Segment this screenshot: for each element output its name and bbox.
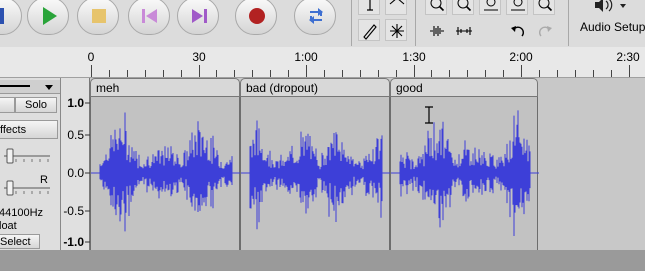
waveform (241, 120, 391, 230)
zoom-out-icon[interactable] (452, 0, 474, 15)
play-button[interactable] (27, 0, 69, 35)
ruler-tick (611, 70, 612, 77)
ruler-tick (127, 70, 128, 77)
ruler-tick-label: 1:00 (294, 50, 318, 64)
ruler-tick (396, 70, 397, 77)
undo-icon[interactable] (506, 19, 528, 41)
select-button[interactable]: Select (0, 234, 40, 249)
ruler-tick (306, 65, 307, 77)
ruler-tick-label: 1:30 (402, 50, 426, 64)
skip-end-button[interactable] (177, 0, 219, 35)
ruler-tick (575, 70, 576, 77)
waveform-path (99, 112, 233, 232)
waveform (391, 110, 539, 236)
clip-name: good (396, 81, 423, 95)
ruler-tick (163, 70, 164, 77)
waveform (91, 112, 241, 232)
ruler-tick (216, 70, 217, 77)
ruler-tick (539, 70, 540, 77)
ruler-tick (629, 65, 630, 77)
stop-button[interactable] (77, 0, 119, 35)
trim-audio-icon[interactable] (425, 19, 447, 41)
zoom-in-icon[interactable] (425, 0, 447, 15)
toolbar-divider (568, 0, 569, 46)
loop-button[interactable] (294, 0, 336, 35)
ruler-tick (145, 70, 146, 77)
ruler-tick (360, 70, 361, 77)
audio-setup-label: Audio Setup (580, 20, 645, 34)
timeline-ruler[interactable]: 0 30 1:00 1:30 2:00 2:30 (0, 47, 645, 78)
effects-button[interactable]: ffects (0, 120, 58, 139)
ruler-tick-label: 2:00 (509, 50, 533, 64)
selection-tool[interactable] (358, 0, 380, 15)
audio-clip[interactable]: good (390, 78, 539, 250)
pan-slider[interactable] (2, 180, 56, 196)
ruler-tick (503, 70, 504, 77)
redo-icon[interactable] (533, 19, 555, 41)
audio-clip[interactable]: bad (dropout) (240, 78, 391, 250)
mute-button[interactable] (0, 97, 15, 113)
clip-waveform-area[interactable] (90, 97, 241, 250)
ruler-tick (521, 65, 522, 77)
ruler-tick (449, 70, 450, 77)
ruler-tick (557, 70, 558, 77)
sample-format-label: loat (0, 220, 17, 232)
draw-tool[interactable] (358, 19, 380, 41)
gain-slider[interactable] (2, 148, 56, 164)
clip-name: meh (96, 81, 120, 95)
skip-start-button[interactable] (128, 0, 170, 35)
clip-waveform-area[interactable] (240, 97, 391, 250)
pause-button[interactable] (0, 0, 22, 35)
fit-selection-icon[interactable] (479, 0, 501, 15)
ruler-tick (467, 70, 468, 77)
ibeam-cursor-icon (425, 106, 433, 124)
ruler-tick (378, 70, 379, 77)
ruler-tick (252, 70, 253, 77)
ruler-tick (431, 70, 432, 77)
ruler-tick-label: 0 (87, 50, 95, 64)
track-menu-button[interactable] (0, 80, 60, 94)
audio-track[interactable]: meh bad (dropout) good (90, 78, 645, 250)
clip-header[interactable]: good (390, 78, 538, 97)
multi-tool[interactable] (385, 19, 407, 41)
clip-header[interactable]: meh (90, 78, 240, 97)
ruler-tick (234, 70, 235, 77)
ruler-tick (593, 70, 594, 77)
sample-rate-label: 44100Hz (0, 207, 44, 219)
fit-project-icon[interactable] (506, 0, 528, 15)
track-area-background (0, 250, 645, 271)
clip-waveform-area[interactable] (390, 97, 539, 250)
record-button[interactable] (235, 0, 277, 35)
silence-audio-icon[interactable] (452, 19, 474, 41)
zoom-toggle-icon[interactable] (533, 0, 555, 15)
toolbar-divider (351, 0, 352, 46)
ruler-tick-label: 2:30 (616, 50, 640, 64)
transport-toolbar: Audio Setup (0, 0, 645, 47)
amplitude-scale: 1.0 0.5 0.0 -0.5 -1.0 (61, 78, 90, 250)
ruler-tick (270, 70, 271, 77)
ruler-tick (181, 70, 182, 77)
ruler-tick (199, 65, 200, 77)
track-control-panel: Solo ffects R 44100Hz loat Select (0, 78, 61, 250)
scale-ticks (85, 102, 90, 243)
audio-setup-button[interactable] (593, 0, 633, 16)
envelope-tool[interactable] (385, 0, 407, 15)
ruler-tick (91, 65, 92, 77)
waveform-path (249, 120, 383, 230)
ruler-tick (109, 70, 110, 77)
ruler-tick (288, 70, 289, 77)
ruler-tick (324, 70, 325, 77)
clip-header[interactable]: bad (dropout) (240, 78, 390, 97)
solo-button[interactable]: Solo (15, 97, 57, 113)
ruler-tick (485, 70, 486, 77)
audio-clip[interactable]: meh (90, 78, 241, 250)
clip-name: bad (dropout) (246, 81, 319, 95)
ruler-tick-label: 30 (192, 50, 206, 64)
toolbar-divider (415, 0, 416, 46)
ruler-tick (342, 70, 343, 77)
ruler-tick (414, 65, 415, 77)
